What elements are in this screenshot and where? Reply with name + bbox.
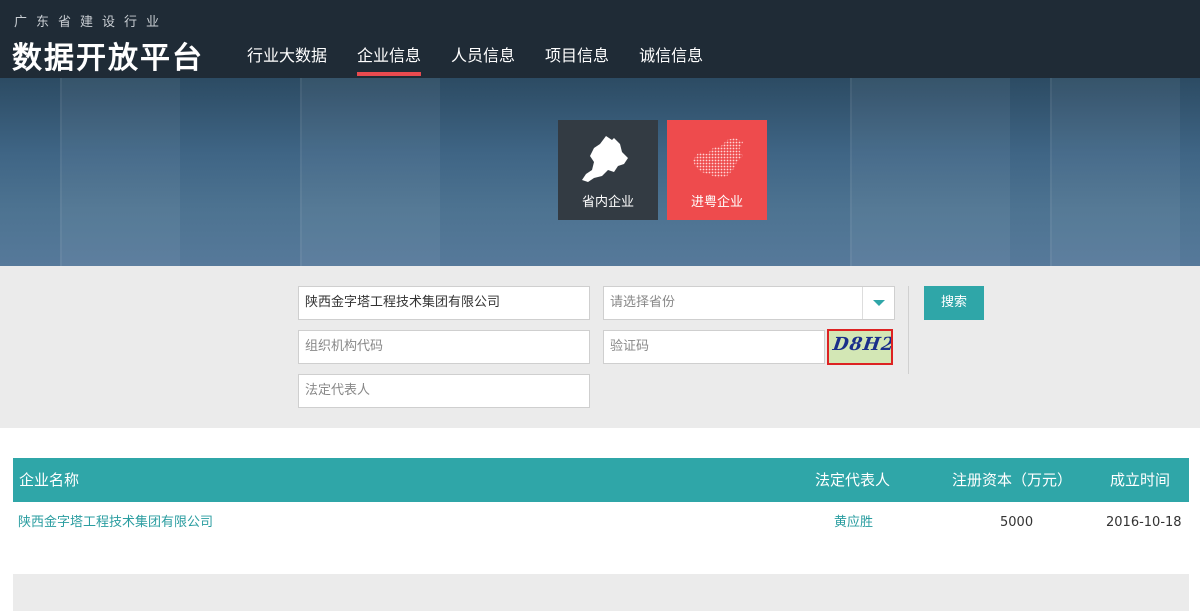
guangdong-map-icon [582,136,628,182]
top-header: 广东省建设行业 数据开放平台 行业大数据 企业信息 人员信息 项目信息 诚信信息 [0,0,1200,78]
search-button[interactable]: 搜索 [924,286,984,320]
province-select-placeholder: 请选择省份 [610,295,676,310]
nav-company-info[interactable]: 企业信息 [346,44,432,78]
search-panel [0,266,1200,428]
company-name-input[interactable]: 陕西金字塔工程技术集团有限公司 [298,286,590,320]
tile-province-companies[interactable]: 省内企业 [558,120,658,220]
company-name-link[interactable]: 陕西金字塔工程技术集团有限公司 [18,502,213,544]
banner-background-decor [850,78,1010,266]
table-row: 陕西金字塔工程技术集团有限公司 黄应胜 5000 2016-10-18 [13,502,1189,544]
results-table-header: 企业名称 法定代表人 注册资本（万元） 成立时间 [13,458,1189,502]
tile-external-companies[interactable]: 进粤企业 [667,120,767,220]
header-registered-capital: 注册资本（万元） [952,471,1073,489]
main-nav: 行业大数据 企业信息 人员信息 项目信息 诚信信息 [236,44,722,78]
search-divider [908,286,909,374]
captcha-text: D8H24 [831,334,893,355]
header-legal-rep: 法定代表人 [815,471,891,489]
legal-rep-link[interactable]: 黄应胜 [834,502,873,544]
chevron-down-icon[interactable] [862,287,894,319]
nav-project-info[interactable]: 项目信息 [534,44,620,78]
brand-title[interactable]: 数据开放平台 [12,33,204,77]
registered-capital-value: 5000 [1000,515,1034,530]
captcha-image[interactable]: D8H24 [827,329,893,365]
brand-subtitle: 广东省建设行业 [14,15,169,30]
banner-background-decor [60,78,180,266]
banner-background-decor [1050,78,1180,266]
hero-banner: 省内企业 进粤企业 [0,78,1200,266]
org-code-input[interactable]: 组织机构代码 [298,330,590,364]
nav-industry-data[interactable]: 行业大数据 [236,44,338,78]
china-map-icon [693,138,743,178]
banner-background-decor [300,78,440,266]
nav-personnel-info[interactable]: 人员信息 [440,44,526,78]
captcha-input[interactable]: 验证码 [603,330,825,364]
tile-province-label: 省内企业 [581,195,634,210]
header-established-date: 成立时间 [1110,471,1171,489]
pagination-bar [13,574,1189,611]
nav-credit-info[interactable]: 诚信信息 [628,44,714,78]
established-date-value: 2016-10-18 [1106,515,1182,530]
header-company-name: 企业名称 [19,471,80,489]
legal-rep-input[interactable]: 法定代表人 [298,374,590,408]
province-select[interactable]: 请选择省份 [603,286,895,320]
tile-external-label: 进粤企业 [690,195,743,210]
